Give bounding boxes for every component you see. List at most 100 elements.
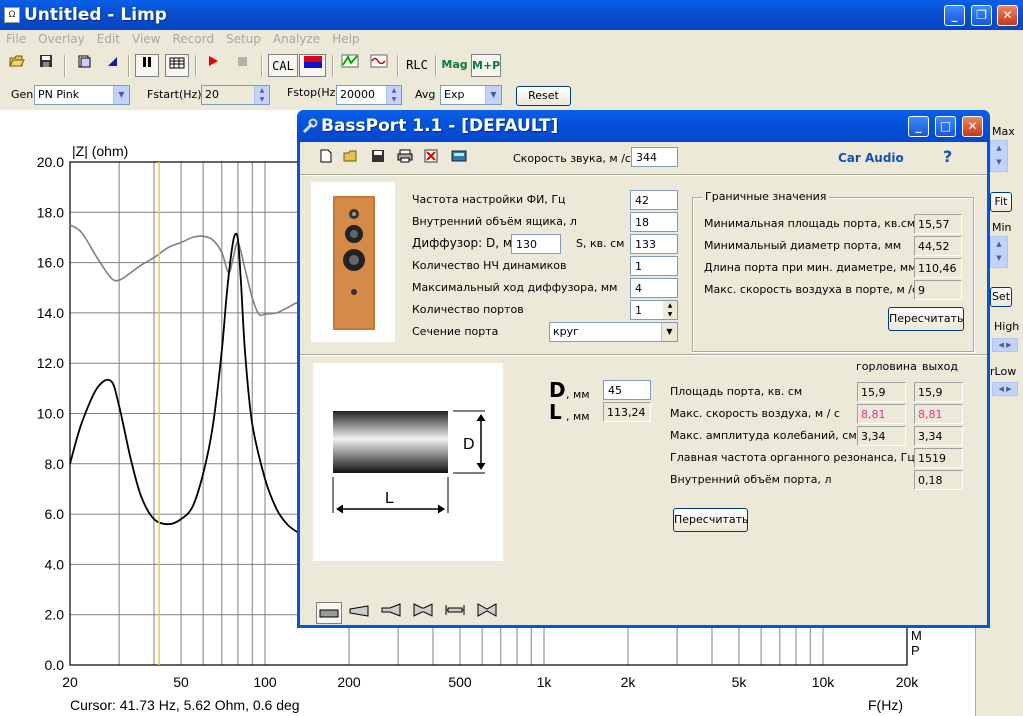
mag-phase-button[interactable]: M+P	[471, 54, 501, 77]
dialog-close-button[interactable]: ✕	[962, 116, 983, 137]
resonance-label: Главная частота органного резонанса, Гц	[670, 451, 915, 464]
x-axis-label: F(Hz)	[868, 697, 903, 713]
avg-select[interactable]: Exp ▼	[440, 85, 502, 105]
minimize-button[interactable]: _	[944, 5, 965, 26]
main-title-bar[interactable]: Ω Untitled - Limp _ ❐ ✕	[0, 0, 1023, 30]
spin-down-icon[interactable]: ▼	[387, 95, 401, 104]
save-icon[interactable]	[369, 149, 387, 167]
woofers-input[interactable]: 1	[630, 256, 678, 276]
shape-cone-icon[interactable]	[346, 602, 372, 624]
fit-button[interactable]: Fit	[990, 192, 1012, 212]
avg-label: Avg	[415, 88, 436, 101]
max-spinner[interactable]: ▲ ▼	[990, 140, 1008, 172]
ports-stepper[interactable]: 1 ▲ ▼	[630, 300, 678, 320]
d-unit: , мм	[566, 388, 590, 401]
flag-icon[interactable]	[299, 54, 326, 77]
menu-edit[interactable]: Edit	[91, 30, 126, 46]
new-file-icon[interactable]	[317, 149, 335, 167]
dialog-minimize-button[interactable]: _	[908, 116, 929, 137]
delete-icon[interactable]	[422, 149, 440, 167]
bassport-dialog: BassPort 1.1 - [DEFAULT] _ □ ✕ Скорость …	[297, 110, 990, 628]
low-slider[interactable]: ◀ ▶	[992, 382, 1018, 396]
open-folder-icon[interactable]	[342, 149, 360, 167]
print-icon[interactable]	[396, 149, 414, 167]
avg-value: Exp	[444, 88, 465, 101]
rlc-button[interactable]: RLC	[403, 54, 431, 77]
throat-header: горловина	[856, 360, 917, 373]
menu-record[interactable]: Record	[166, 30, 219, 46]
high-label: High	[994, 320, 1020, 333]
spin-updown-icon[interactable]: ▲ ▼	[663, 301, 677, 319]
dialog-maximize-button[interactable]: □	[935, 116, 956, 137]
shape-double-flare-icon[interactable]	[410, 602, 436, 624]
section-select[interactable]: круг ▼	[549, 322, 678, 342]
phase-series	[69, 224, 319, 317]
shape-cylinder-icon[interactable]	[316, 602, 342, 624]
menu-setup[interactable]: Setup	[220, 30, 267, 46]
pause-button[interactable]	[135, 54, 159, 77]
maximize-button[interactable]: ❐	[971, 5, 992, 26]
spin-down-icon[interactable]: ▼	[255, 95, 269, 104]
dialog-title-bar[interactable]: BassPort 1.1 - [DEFAULT] _ □ ✕	[297, 110, 990, 142]
table-icon[interactable]	[165, 54, 189, 77]
app-icon[interactable]: Ω	[4, 7, 20, 23]
fstart-stepper[interactable]: 20 ▲ ▼	[201, 85, 270, 105]
high-slider[interactable]: ◀ ▶	[992, 338, 1018, 352]
menu-analyze[interactable]: Analyze	[267, 30, 326, 46]
record-play-icon[interactable]	[201, 54, 225, 77]
stop-icon[interactable]	[230, 54, 254, 77]
len-label: Длина порта при мин. диаметре, мм	[704, 261, 917, 274]
y-tick-label: 10.0	[37, 406, 64, 422]
open-folder-icon[interactable]	[5, 54, 29, 77]
tuning-label: Частота настройки ФИ, Гц	[412, 193, 566, 206]
limits-recalc-button[interactable]: Пересчитать	[888, 307, 964, 331]
cursor-flag-icon[interactable]	[100, 54, 124, 77]
y-axis-label: |Z| (ohm)	[72, 143, 128, 159]
close-button[interactable]: ✕	[997, 5, 1018, 26]
chevron-down-icon[interactable]: ▼	[661, 323, 677, 341]
spin-up-icon[interactable]: ▲	[255, 86, 269, 95]
limits-title: Граничные значения	[702, 190, 830, 203]
tuning-input[interactable]: 42	[630, 190, 678, 210]
shape-hourglass-icon[interactable]	[474, 602, 500, 624]
calculator-icon[interactable]	[450, 149, 468, 167]
car-audio-link[interactable]: Car Audio	[838, 151, 904, 165]
volume-input[interactable]: 18	[630, 212, 678, 232]
generator-select[interactable]: PN Pink ▼	[34, 85, 130, 105]
shape-flared-icon[interactable]	[378, 602, 404, 624]
min-spinner[interactable]: ▲ ▼	[990, 236, 1008, 268]
menu-file[interactable]: File	[0, 30, 32, 46]
menu-view[interactable]: View	[126, 30, 166, 46]
area-label: Площадь порта, кв. см	[670, 385, 803, 398]
y-tick-label: 0.0	[45, 657, 65, 673]
fstop-stepper[interactable]: 20000 ▲ ▼	[336, 85, 402, 105]
s-input[interactable]: 133	[630, 234, 678, 254]
sound-speed-input[interactable]: 344	[631, 147, 678, 167]
port-d-input[interactable]: 45	[603, 380, 651, 400]
vel-label: Макс. скорость воздуха в порте, м /с	[704, 283, 919, 296]
chevron-down-icon[interactable]: ▼	[113, 86, 129, 104]
fstart-value: 20	[205, 88, 219, 101]
new-overlay-icon[interactable]	[72, 54, 96, 77]
s-label: S, кв. см	[576, 237, 625, 250]
ports-value: 1	[635, 304, 642, 317]
max-label: Max	[992, 125, 1015, 138]
set-button[interactable]: Set	[990, 287, 1012, 307]
help-icon[interactable]: ?	[943, 147, 952, 166]
reset-button[interactable]: Reset	[516, 86, 571, 106]
shape-double-cylinder-icon[interactable]	[442, 602, 468, 624]
menu-help[interactable]: Help	[326, 30, 365, 46]
green-response-icon[interactable]	[338, 54, 362, 77]
diffuser-d-input[interactable]: 130	[511, 234, 561, 254]
x-tick-label: 20k	[896, 674, 920, 690]
chevron-down-icon[interactable]: ▼	[485, 86, 501, 104]
spin-up-icon[interactable]: ▲	[387, 86, 401, 95]
port-recalc-button[interactable]: Пересчитать	[673, 508, 749, 532]
xmax-input[interactable]: 4	[630, 278, 678, 298]
red-response-icon[interactable]	[367, 54, 391, 77]
cal-button[interactable]: CAL	[268, 54, 298, 77]
menu-overlay[interactable]: Overlay	[32, 30, 91, 46]
mag-button[interactable]: Mag	[440, 54, 469, 77]
low-label: rLow	[990, 365, 1017, 378]
save-icon[interactable]	[34, 54, 58, 77]
